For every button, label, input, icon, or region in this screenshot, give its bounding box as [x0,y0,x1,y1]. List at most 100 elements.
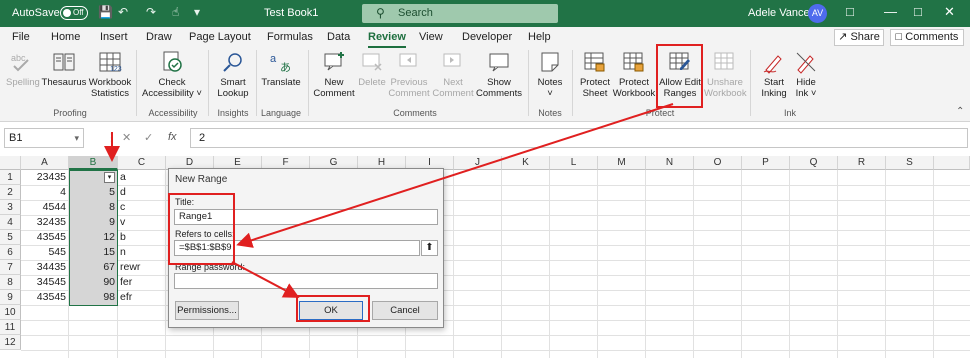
row-header[interactable]: 10 [0,305,21,320]
protect-sheet-button[interactable]: Protect Sheet [576,50,614,99]
cell-b6[interactable]: 15 [69,245,118,260]
cell-b8[interactable]: 90 [69,275,118,290]
column-header[interactable] [934,156,970,170]
row-header[interactable]: 8 [0,275,21,290]
spelling-button[interactable]: abc Spelling [6,50,40,88]
cell-a6[interactable]: 545 [21,245,69,260]
cell-b2[interactable]: 5 [69,185,118,200]
cell-b9[interactable]: 98 [69,290,118,305]
name-box[interactable]: B1 ▾ [4,128,84,148]
cell-a9[interactable]: 43545 [21,290,69,305]
collapse-ribbon-icon[interactable]: ⌃ [956,106,964,117]
next-comment-button[interactable]: Next Comment [432,50,474,99]
column-header[interactable]: P [742,156,790,170]
autosave-toggle[interactable]: Off [60,6,88,20]
column-header[interactable]: K [502,156,550,170]
touch-mode-icon[interactable]: ☝ [172,5,179,19]
previous-comment-button[interactable]: Previous Comment [388,50,430,99]
cell-a2[interactable]: 4 [21,185,69,200]
tab-file[interactable]: File [12,31,30,43]
column-header[interactable]: R [838,156,886,170]
cell-b3[interactable]: 8 [69,200,118,215]
row-header[interactable]: 12 [0,335,21,350]
new-comment-button[interactable]: New Comment [312,50,356,99]
delete-comment-button[interactable]: Delete [357,50,387,88]
cell-b1[interactable] [69,170,118,185]
column-header[interactable]: O [694,156,742,170]
row-header[interactable]: 1 [0,170,21,185]
column-header[interactable]: M [598,156,646,170]
customize-icon[interactable]: ▾ [194,5,200,19]
row-header[interactable]: 5 [0,230,21,245]
cell-c4[interactable]: v [120,215,166,230]
tab-page-layout[interactable]: Page Layout [189,31,251,43]
cancel-button[interactable]: Cancel [372,301,438,320]
column-header[interactable]: Q [790,156,838,170]
cell-c9[interactable]: efr [120,290,166,305]
row-header[interactable]: 9 [0,290,21,305]
minimize-icon[interactable]: — [884,4,897,19]
notes-button[interactable]: Notes ˅ [532,50,568,99]
cell-a3[interactable]: 4544 [21,200,69,215]
cell-a5[interactable]: 43545 [21,230,69,245]
column-header[interactable]: B [69,156,118,170]
tab-data[interactable]: Data [327,31,350,43]
cell-c2[interactable]: d [120,185,166,200]
tab-view[interactable]: View [419,31,443,43]
column-header[interactable]: L [550,156,598,170]
close-icon[interactable]: ✕ [944,4,955,20]
row-header[interactable]: 4 [0,215,21,230]
maximize-icon[interactable]: □ [914,4,922,19]
comments-button[interactable]: □ Comments [890,29,964,46]
hide-ink-button[interactable]: Hide Ink ˅ [792,50,820,99]
ribbon-display-icon[interactable]: □ [846,4,854,19]
workbook-statistics-button[interactable]: 123 Workbook Statistics [88,50,132,99]
tab-home[interactable]: Home [51,31,80,43]
user-name[interactable]: Adele Vance [748,7,810,19]
row-header[interactable]: 7 [0,260,21,275]
show-comments-button[interactable]: Show Comments [476,50,522,99]
tab-insert[interactable]: Insert [100,31,128,43]
cell-c1[interactable]: a [120,170,166,185]
row-header[interactable]: 11 [0,320,21,335]
tab-draw[interactable]: Draw [146,31,172,43]
redo-icon[interactable]: ↷ [146,5,156,19]
avatar[interactable]: AV [808,4,827,23]
share-button[interactable]: ↗ Share [834,29,884,46]
formula-input[interactable]: 2 [190,128,968,148]
cancel-icon[interactable]: ✕ [122,131,131,144]
protect-workbook-button[interactable]: Protect Workbook [612,50,656,99]
tab-formulas[interactable]: Formulas [267,31,313,43]
cell-c3[interactable]: c [120,200,166,215]
tab-review[interactable]: Review [368,31,406,48]
cell-a7[interactable]: 34435 [21,260,69,275]
search-box[interactable]: ⚲ Search [362,4,558,23]
thesaurus-button[interactable]: Thesaurus [41,50,87,88]
translate-button[interactable]: aあ Translate [260,50,302,88]
cell-a8[interactable]: 34545 [21,275,69,290]
smart-lookup-button[interactable]: Smart Lookup [214,50,252,99]
permissions-button[interactable]: Permissions... [175,301,239,320]
cell-c8[interactable]: fer [120,275,166,290]
unshare-workbook-button[interactable]: Unshare Workbook [704,50,747,99]
column-header[interactable]: C [118,156,166,170]
range-password-field[interactable] [174,273,438,289]
cell-a4[interactable]: 32435 [21,215,69,230]
column-header[interactable]: S [886,156,934,170]
tab-help[interactable]: Help [528,31,551,43]
column-header[interactable]: A [21,156,69,170]
column-header[interactable]: J [454,156,502,170]
row-header[interactable]: 6 [0,245,21,260]
cell-a1[interactable]: 23435 [21,170,69,185]
cell-b4[interactable]: 9 [69,215,118,230]
row-header[interactable]: 3 [0,200,21,215]
cell-c5[interactable]: b [120,230,166,245]
enter-icon[interactable]: ✓ [144,131,153,144]
column-header[interactable]: N [646,156,694,170]
select-all-corner[interactable] [0,156,21,170]
save-icon[interactable]: 💾 [98,5,113,19]
insert-function-icon[interactable]: fx [168,131,177,143]
undo-icon[interactable]: ↶ [118,5,128,19]
start-inking-button[interactable]: Start Inking [756,50,792,99]
collapse-dialog-icon[interactable]: ⬆ [421,240,438,256]
